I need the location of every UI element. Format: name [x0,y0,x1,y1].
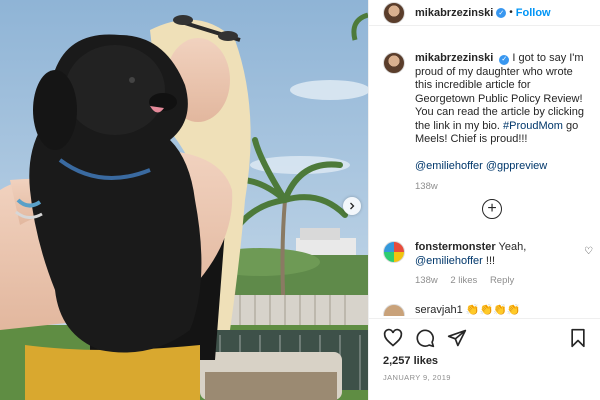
caption: mikabrzezinski ✓ I got to say I'm proud … [383,52,587,193]
post-photo [0,0,368,400]
comment-text-suffix: !!! [485,254,496,267]
header-username[interactable]: mikabrzezinski [415,7,493,19]
carousel-next-button[interactable] [343,197,361,215]
comment-body: fonstermonster Yeah, @emiliehoffer !!! 1… [415,241,585,288]
caption-username[interactable]: mikabrzezinski [415,52,493,64]
avatar[interactable] [383,304,405,316]
mention-link[interactable]: @emiliehoffer [415,160,483,172]
comment-item: seravjah1 👏👏👏👏 [383,304,587,316]
load-more-comments-button[interactable]: + [482,199,502,219]
mention-link[interactable]: @emiliehoffer [415,255,483,267]
comment-age[interactable]: 138w [415,275,438,286]
comment-icon[interactable] [415,328,435,348]
comment-item: fonstermonster Yeah, @emiliehoffer !!! 1… [383,241,593,288]
reply-button[interactable]: Reply [490,275,514,286]
instagram-post: mikabrzezinski ✓ • Follow mikabrzezinski… [0,0,600,400]
verified-badge-icon: ✓ [499,54,510,65]
avatar[interactable] [383,52,405,74]
caption-age[interactable]: 138w [415,181,438,192]
comment-likes[interactable]: 2 likes [450,275,477,286]
chevron-right-icon [350,202,355,210]
paper-plane-icon[interactable] [447,328,467,348]
comment-username[interactable]: fonstermonster [415,241,496,253]
avatar[interactable] [383,241,405,263]
comment-username[interactable]: seravjah1 [415,304,463,316]
likes-count[interactable]: 2,257 likes [383,355,587,367]
comment-body: seravjah1 👏👏👏👏 [415,304,585,316]
comment-text: Yeah, [498,241,527,253]
caption-meta: 138w [415,180,585,194]
plus-circle-icon: + [487,200,497,217]
hashtag-link[interactable]: #ProudMom [503,120,563,132]
photo-illustration [0,0,368,400]
verified-badge-icon: ✓ [496,7,507,18]
heart-icon[interactable] [383,328,403,348]
heart-icon[interactable]: ♡ [584,246,593,257]
bookmark-icon[interactable] [569,328,587,348]
caption-body: mikabrzezinski ✓ I got to say I'm proud … [415,52,585,193]
comment-meta: 138w 2 likes Reply [415,274,585,288]
comment-text: 👏👏👏👏 [465,304,521,316]
action-icons [383,327,587,349]
post-date[interactable]: JANUARY 9, 2019 [383,373,587,382]
post-header: mikabrzezinski ✓ • Follow [369,0,600,26]
separator-dot: • [509,7,513,18]
avatar[interactable] [383,1,405,24]
action-bar: 2,257 likes JANUARY 9, 2019 [369,318,600,382]
follow-button[interactable]: Follow [516,7,551,19]
mention-link[interactable]: @gppreview [486,160,547,172]
post-sidebar: mikabrzezinski ✓ • Follow mikabrzezinski… [368,0,600,400]
